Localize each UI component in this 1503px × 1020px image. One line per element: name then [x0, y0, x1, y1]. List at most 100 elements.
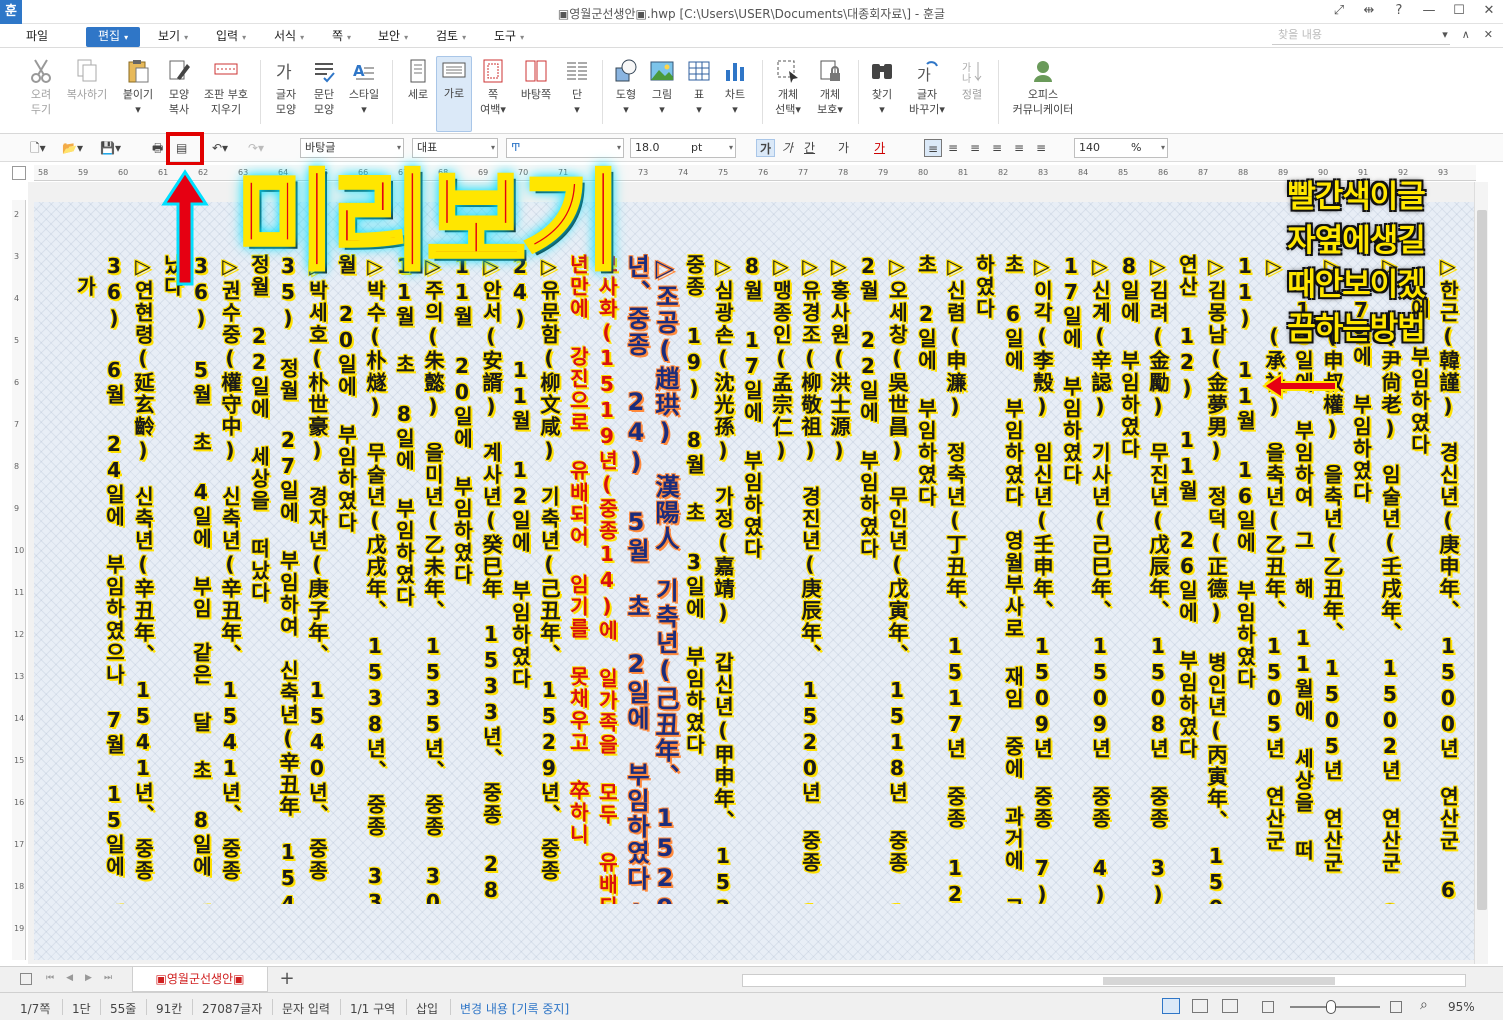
- erase-marks-button[interactable]: 조판 부호 지우기: [200, 58, 252, 130]
- next-tab-icon[interactable]: ▶: [85, 973, 92, 983]
- ruler-corner[interactable]: [12, 166, 26, 180]
- font-size-field[interactable]: 18.0 pt ▾: [630, 138, 736, 158]
- shapes-button[interactable]: 도형 ▾: [608, 58, 644, 130]
- dropdown-icon[interactable]: ▾: [1442, 28, 1448, 41]
- text-column[interactable]: 35) 정월 27일에 부임하여 신축년(辛丑年 1541): [272, 254, 304, 904]
- text-column[interactable]: 8월 17일에 부임하였다: [736, 254, 768, 904]
- font-select[interactable]: Ͳ ▾: [506, 138, 624, 158]
- text-column[interactable]: ▷유경조(柳敬祖) 경진년(庚辰年、 1520년 중종 15): [794, 254, 826, 904]
- menu-insert[interactable]: 입력 ▾: [212, 27, 250, 47]
- text-column[interactable]: ▷심광손(沈光孫) 가정(嘉靖) 갑신년(甲申年、 1524: [707, 254, 739, 904]
- save-icon[interactable]: 💾▾: [100, 139, 121, 157]
- justify-align-icon[interactable]: ≡: [924, 139, 942, 157]
- chart-button[interactable]: 차트 ▾: [718, 58, 752, 130]
- picture-button[interactable]: 그림 ▾: [644, 58, 680, 130]
- text-column[interactable]: 7일에 부임하였다: [1345, 254, 1377, 904]
- tab-list-icon[interactable]: [20, 973, 32, 985]
- object-protect-button[interactable]: 개체 보호▾: [810, 58, 850, 130]
- portrait-button[interactable]: 세로: [400, 58, 436, 130]
- scroll-thumb[interactable]: [1477, 210, 1487, 910]
- strikethrough-button[interactable]: 가: [838, 139, 849, 157]
- background-page-button[interactable]: 바탕쪽: [514, 58, 558, 130]
- collapse-ribbon-icon[interactable]: ∧: [1462, 28, 1470, 41]
- text-column[interactable]: 정월 22일에 세상을 떠났다: [243, 254, 275, 904]
- char-shape-button[interactable]: 가 글자 모양: [268, 58, 304, 130]
- text-column[interactable]: 초 2일에 부임하였다: [910, 254, 942, 904]
- text-column[interactable]: 초 6일에 부임하였다 영월부사로 재임 중에 과거에 급제: [997, 254, 1029, 904]
- margins-button[interactable]: 쪽 여백▾: [476, 58, 510, 130]
- text-column[interactable]: 11) 11월 16일에 부임하였다: [1229, 254, 1261, 904]
- maximize-button[interactable]: ☐: [1451, 3, 1467, 18]
- status-insert-mode[interactable]: 삽입: [416, 1000, 438, 1017]
- object-select-button[interactable]: 개체 선택▾: [768, 58, 808, 130]
- style-select[interactable]: 바탕글 ▾: [300, 138, 404, 158]
- zoom-level[interactable]: 95%: [1448, 1000, 1475, 1014]
- text-column[interactable]: 하였다: [968, 254, 1000, 904]
- fullscreen-icon[interactable]: ⤢: [1331, 3, 1347, 18]
- close-button[interactable]: ✕: [1481, 3, 1497, 18]
- columns-button[interactable]: 단 ▾: [560, 58, 594, 130]
- text-column[interactable]: 년만에 강진으로 유배되어 임기를 못채우고 卒하니: [562, 254, 594, 904]
- text-column[interactable]: ▷김몽남(金夢男) 정덕(正德) 병인년(丙寅年、 1506년: [1200, 254, 1232, 904]
- replace-button[interactable]: 가 글자 바꾸기▾: [902, 58, 952, 130]
- help-icon[interactable]: ?: [1391, 3, 1407, 18]
- find-input[interactable]: 찾을 내용: [1272, 27, 1450, 45]
- cut-button[interactable]: 오려 두기: [22, 58, 60, 130]
- text-column[interactable]: 11월 20일에 부임하였다: [446, 254, 478, 904]
- layout-icon[interactable]: ⇹: [1361, 3, 1377, 18]
- text-column[interactable]: 년、중종 24) 5월 초 2일에 부임하였다· 기: [620, 254, 652, 904]
- redo-icon[interactable]: ↷▾: [248, 139, 264, 157]
- text-column[interactable]: ▷조공(趙珙) 漢陽人 기축년(己丑年、 1529: [649, 254, 681, 904]
- vertical-scrollbar[interactable]: [1474, 182, 1488, 964]
- menu-file[interactable]: 파일: [22, 27, 52, 47]
- vertical-ruler[interactable]: 2 3 4 5 6 7 8 9 10 11 12 13 14 15 16 17 …: [12, 200, 26, 960]
- distribute-align-icon[interactable]: ≡: [1014, 139, 1024, 157]
- text-column[interactable]: ▷연현령(延玄齡) 신축년(辛丑年、 1541년、 중종: [127, 254, 159, 904]
- text-column[interactable]: ▷김려(金勵) 무진년(戊辰年、 1508년 중종 3) 10월: [1142, 254, 1174, 904]
- close-doc-icon[interactable]: ✕: [1484, 28, 1493, 41]
- text-column[interactable]: ▷박세호(朴世豪) 경자년(庚子年、 1540년、 중종: [301, 254, 333, 904]
- menu-security[interactable]: 보안 ▾: [374, 27, 412, 47]
- text-column[interactable]: ▷신계(辛誋) 기사년(己巳年、 1509년 중종 4) 11월: [1084, 254, 1116, 904]
- text-column[interactable]: 묘사화(1519년(중종14)에 일가족을 모두 유배되면서 6: [591, 254, 623, 904]
- text-column[interactable]: 36) 6월 24일에 부임하였으나 7월 15일에 세상을: [98, 254, 130, 904]
- text-column[interactable]: 월 20일에 부임하였다: [330, 254, 362, 904]
- text-column[interactable]: 2월 22일에 부임하였다: [852, 254, 884, 904]
- style-button[interactable]: A 스타일 ▾: [344, 58, 384, 130]
- menu-format[interactable]: 서식 ▾: [270, 27, 308, 47]
- print-icon[interactable]: 🖶: [152, 139, 163, 157]
- zoom-in-icon[interactable]: [1390, 1001, 1402, 1013]
- text-column[interactable]: 8일에 부임하였다: [1113, 254, 1145, 904]
- add-tab-button[interactable]: +: [276, 969, 298, 989]
- text-column[interactable]: 중종 19) 8월 초 3일에 부임하였다: [678, 254, 710, 904]
- language-select[interactable]: 대표 ▾: [412, 138, 498, 158]
- right-align-icon[interactable]: ≡: [992, 139, 1002, 157]
- italic-button[interactable]: 가: [782, 139, 793, 157]
- underline-button[interactable]: 간: [804, 139, 815, 157]
- landscape-button[interactable]: 가로: [436, 56, 472, 132]
- sort-button[interactable]: 가나 정렬: [954, 58, 990, 130]
- text-column[interactable]: ▷ (申叔權) 을축년(乙丑年、 1505년 연산군: [1316, 254, 1348, 904]
- divide-align-icon[interactable]: ≡: [1036, 139, 1046, 157]
- zoom-out-icon[interactable]: [1262, 1001, 1274, 1013]
- text-column[interactable]: 36) 5월 초 4일에 부임 같은 달 초 8일에 세상을 떠: [185, 254, 217, 904]
- status-track-changes[interactable]: 변경 내용 [기록 중지]: [460, 1000, 569, 1017]
- menu-page[interactable]: 쪽 ▾: [328, 27, 355, 47]
- menu-review[interactable]: 검토 ▾: [432, 27, 470, 47]
- text-column[interactable]: 에 부임하였다: [1403, 254, 1435, 904]
- fit-width-icon[interactable]: [1192, 999, 1208, 1013]
- zoom-slider-knob[interactable]: [1326, 1000, 1336, 1014]
- paste-button[interactable]: 붙이기 ▾: [118, 58, 158, 130]
- text-column[interactable]: ▷ (承祉) 을축년(乙丑年、 1505년 연산군: [1258, 254, 1290, 904]
- undo-icon[interactable]: ↶▾: [212, 139, 228, 157]
- center-align-icon[interactable]: ≡: [970, 139, 980, 157]
- text-column[interactable]: ▷박수(朴燧) 무술년(戊戌年、 1538년、 중종 33) 5: [359, 254, 391, 904]
- horizontal-scrollbar[interactable]: [742, 974, 1466, 987]
- text-column[interactable]: 11월 초 8일에 부임하였다: [388, 254, 420, 904]
- format-copy-button[interactable]: 모양 복사: [160, 58, 198, 130]
- text-column[interactable]: ▷홍사원(洪士源): [823, 254, 855, 904]
- menu-edit[interactable]: 편집 ▾: [86, 27, 141, 47]
- first-tab-icon[interactable]: ⏮: [46, 973, 54, 983]
- status-page[interactable]: 1/7쪽: [20, 1000, 50, 1017]
- tab-document[interactable]: ▣영월군선생안▣: [132, 967, 268, 992]
